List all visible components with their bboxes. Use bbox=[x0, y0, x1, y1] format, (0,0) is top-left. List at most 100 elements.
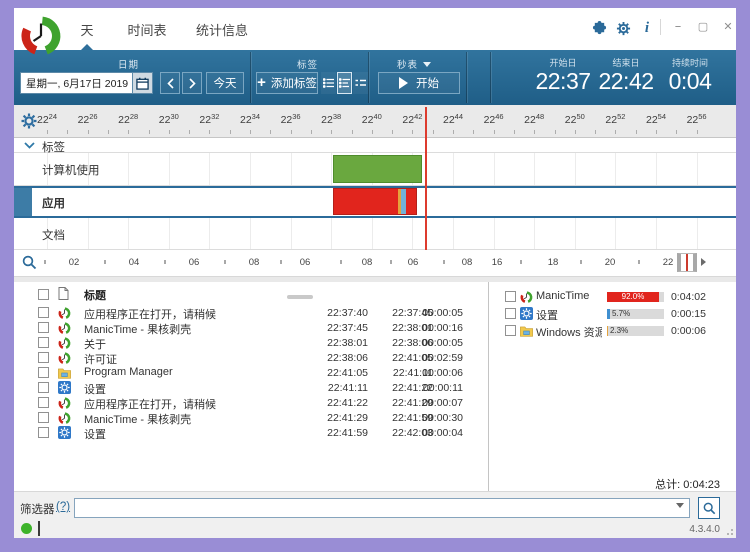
prev-day-button[interactable] bbox=[160, 72, 180, 94]
chevron-down-icon[interactable] bbox=[24, 142, 35, 149]
stopwatch-section-header[interactable]: 秒表 bbox=[397, 57, 431, 71]
tab-timesheet[interactable]: 时间表 bbox=[120, 20, 174, 39]
manictime-icon bbox=[58, 396, 72, 409]
row-checkbox[interactable] bbox=[505, 291, 516, 302]
calendar-button[interactable] bbox=[132, 72, 153, 94]
timeline-row-documents[interactable]: 文档 bbox=[14, 218, 736, 250]
date-input[interactable]: 星期一, 6月17日 2019 bbox=[20, 72, 133, 94]
overview-hour-label: 08 bbox=[362, 257, 373, 268]
section-separator bbox=[250, 52, 251, 103]
today-button[interactable]: 今天 bbox=[206, 72, 244, 94]
duration: 0:00:15 bbox=[656, 308, 706, 320]
duration: 00:00:04 bbox=[416, 427, 463, 439]
ruler-label: 2248 bbox=[524, 112, 544, 126]
ruler-tick bbox=[149, 130, 150, 134]
activity-segment[interactable] bbox=[334, 189, 398, 214]
computer-usage-activity-bar[interactable] bbox=[333, 155, 422, 183]
table-row[interactable]: ManicTime - 果核剥壳22:37:4522:38:0100:00:16 bbox=[14, 320, 488, 335]
row-checkbox[interactable] bbox=[38, 367, 49, 378]
overview-tick bbox=[224, 260, 226, 264]
app-summary-row[interactable]: 设置5.7%0:00:15 bbox=[490, 306, 736, 323]
app-summary-row[interactable]: Windows 资源管理器2.3%0:00:06 bbox=[490, 323, 736, 340]
row-checkbox[interactable] bbox=[38, 382, 49, 393]
ruler-label: 2224 bbox=[37, 112, 57, 126]
start-time: 22:37:40 bbox=[306, 307, 368, 319]
tag-view-compact-button[interactable] bbox=[353, 72, 368, 94]
table-row[interactable]: 应用程序正在打开，请稍候22:41:2222:41:2900:00:07 bbox=[14, 395, 488, 410]
stopwatch-start-button[interactable]: 开始 bbox=[378, 72, 460, 94]
settings-gear-icon[interactable] bbox=[614, 19, 632, 37]
timeline-group-label: 标签 bbox=[42, 139, 65, 155]
tab-day[interactable]: 天 bbox=[74, 20, 100, 39]
ruler-label: 2236 bbox=[281, 112, 301, 126]
tag-view-list-button[interactable] bbox=[321, 72, 336, 94]
row-checkbox[interactable] bbox=[38, 352, 49, 363]
minimize-button[interactable]: – bbox=[668, 16, 688, 36]
select-all-checkbox[interactable] bbox=[38, 289, 49, 300]
filter-input[interactable] bbox=[74, 498, 690, 518]
row-title: 设置 bbox=[84, 426, 106, 442]
calendar-icon bbox=[136, 77, 149, 90]
activity-segment[interactable] bbox=[406, 189, 416, 214]
tab-statistics[interactable]: 统计信息 bbox=[186, 20, 258, 39]
vertical-divider[interactable] bbox=[488, 282, 489, 491]
application-summary-panel: ManicTime92.0%0:04:02设置5.7%0:00:15Window… bbox=[490, 282, 736, 491]
start-time: 22:41:11 bbox=[306, 382, 368, 394]
table-row[interactable]: 应用程序正在打开，请稍候22:37:4022:37:4500:00:05 bbox=[14, 305, 488, 320]
application-activity-bar[interactable] bbox=[333, 188, 417, 215]
slider-right-arrow-icon[interactable] bbox=[701, 258, 706, 266]
row-checkbox[interactable] bbox=[505, 325, 516, 336]
filter-dropdown-caret-icon[interactable] bbox=[676, 503, 684, 508]
row-checkbox[interactable] bbox=[38, 322, 49, 333]
row-checkbox[interactable] bbox=[38, 412, 49, 423]
day-overview-strip[interactable]: 020406080608060816182022 bbox=[14, 250, 736, 276]
title-column-header[interactable]: 标题 bbox=[84, 287, 106, 303]
resize-grip-icon[interactable] bbox=[724, 526, 734, 536]
row-checkbox[interactable] bbox=[38, 397, 49, 408]
row-checkbox[interactable] bbox=[38, 337, 49, 348]
zoom-magnifier-icon[interactable] bbox=[22, 255, 37, 270]
overview-zoom-slider[interactable] bbox=[677, 253, 697, 272]
info-icon[interactable]: i bbox=[638, 19, 656, 37]
app-summary-row[interactable]: ManicTime92.0%0:04:02 bbox=[490, 289, 736, 306]
table-row[interactable]: 设置22:41:1122:41:2200:00:11 bbox=[14, 380, 488, 395]
horizontal-scrollbar-thumb[interactable] bbox=[287, 295, 313, 299]
table-row[interactable]: 许可证22:38:0622:41:0500:02:59 bbox=[14, 350, 488, 365]
table-row[interactable]: ManicTime - 果核剥壳22:41:2922:41:5900:00:30 bbox=[14, 410, 488, 425]
timeline-settings-gear-icon[interactable] bbox=[21, 113, 37, 134]
search-button[interactable] bbox=[698, 497, 720, 519]
percent-bar-fill bbox=[607, 326, 608, 336]
next-day-button[interactable] bbox=[182, 72, 202, 94]
table-row[interactable]: 设置22:41:5922:42:0300:00:04 bbox=[14, 425, 488, 440]
start-label: 开始 bbox=[416, 75, 439, 91]
stopwatch-header-label: 秒表 bbox=[397, 60, 418, 71]
tag-group-row[interactable]: 标签 bbox=[14, 138, 736, 153]
duration: 00:00:30 bbox=[416, 412, 463, 424]
ruler-tick bbox=[514, 130, 515, 134]
ruler-tick bbox=[128, 130, 129, 134]
section-separator bbox=[490, 52, 491, 103]
ruler-tick bbox=[534, 130, 535, 134]
filter-help-link[interactable]: (?) bbox=[56, 501, 70, 513]
time-ruler[interactable]: 2224222622282230223222342236223822402242… bbox=[14, 105, 736, 138]
ruler-tick bbox=[676, 130, 677, 134]
overview-tick bbox=[443, 260, 445, 264]
maximize-button[interactable]: ▢ bbox=[693, 16, 713, 36]
manictime-icon bbox=[520, 290, 534, 303]
current-time-line bbox=[425, 107, 427, 250]
row-checkbox[interactable] bbox=[505, 308, 516, 319]
row-checkbox[interactable] bbox=[38, 307, 49, 318]
close-button[interactable]: ✕ bbox=[718, 16, 736, 36]
add-tag-button[interactable]: +添加标签 bbox=[256, 72, 318, 94]
table-row[interactable]: Program Manager22:41:0522:41:1100:00:06 bbox=[14, 365, 488, 380]
duration: 00:02:59 bbox=[416, 352, 463, 364]
plugins-icon[interactable] bbox=[590, 19, 608, 37]
row-checkbox[interactable] bbox=[38, 427, 49, 438]
tracking-status-icon bbox=[21, 523, 32, 534]
ruler-label: 2246 bbox=[484, 112, 504, 126]
start-time: 22:41:05 bbox=[306, 367, 368, 379]
search-icon bbox=[703, 502, 716, 515]
tag-view-detail-button[interactable] bbox=[337, 72, 352, 94]
selected-row-marker bbox=[14, 188, 32, 216]
table-row[interactable]: 关于22:38:0122:38:0600:00:05 bbox=[14, 335, 488, 350]
